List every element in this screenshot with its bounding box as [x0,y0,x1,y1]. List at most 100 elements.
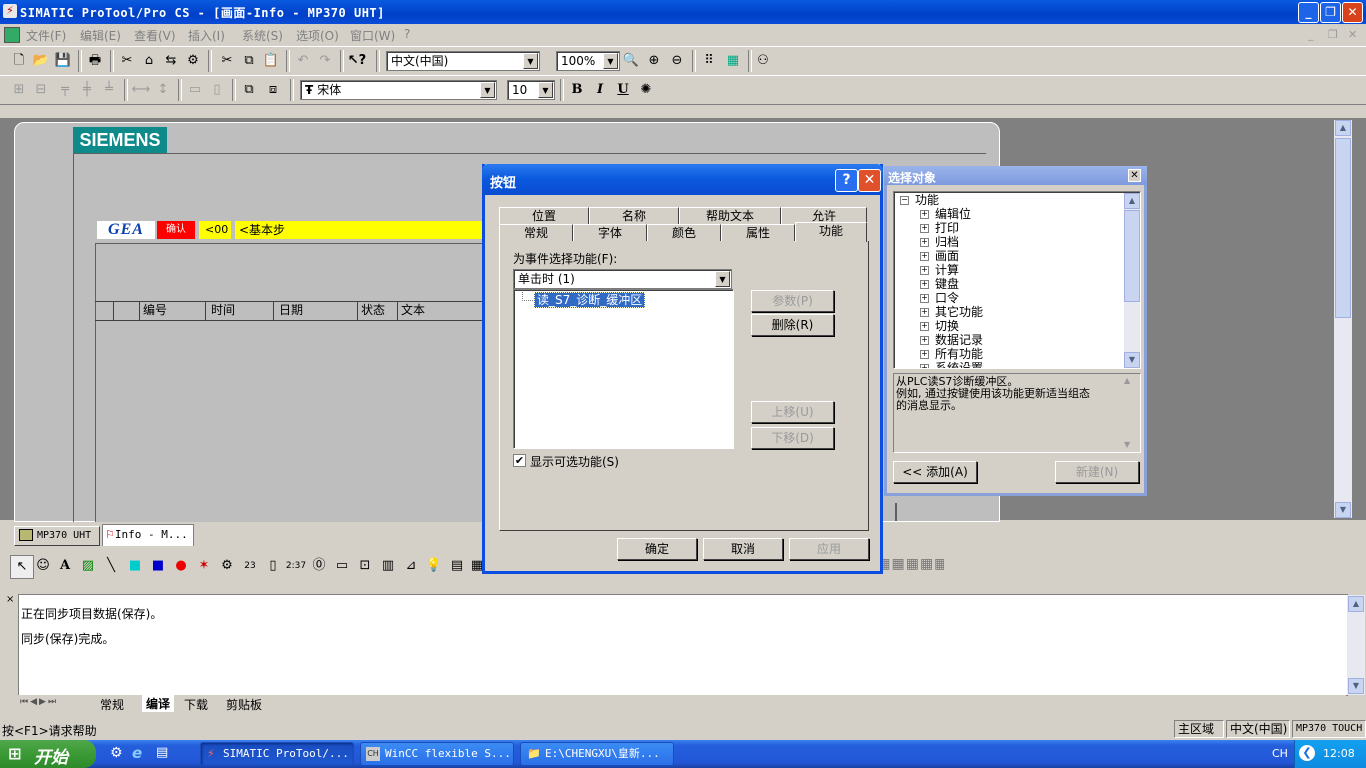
expand-icon[interactable]: + [920,210,929,219]
cancel-button[interactable]: 取消 [703,538,783,560]
paste-icon[interactable]: 📋 [260,50,282,72]
polygon-icon[interactable]: ✶ [193,555,215,577]
align-bottom-icon[interactable]: ╧ [98,79,120,101]
output-tab-general[interactable]: 常规 [100,696,124,713]
tab-properties[interactable]: 属性 [721,224,795,241]
workspace-scrollbar[interactable]: ▲ ▼ [1334,120,1352,518]
mdi-close-icon[interactable]: ✕ [1348,28,1357,41]
output-close-icon[interactable]: × [6,594,14,605]
chevron-down-icon[interactable]: ▼ [538,82,553,98]
space-vertical-icon[interactable]: ↕ [152,79,174,101]
tab-info[interactable]: ⚐Info - M... [102,524,194,546]
font-size-select[interactable]: 10 ▼ [507,80,555,100]
show-optional-label[interactable]: 显示可选功能(S) [530,453,619,470]
expand-icon[interactable]: + [920,280,929,289]
quicklaunch-browser-icon[interactable]: e [132,744,142,762]
scroll-up-icon[interactable]: ▲ [1124,193,1140,209]
flash-icon[interactable]: ✺ [635,79,657,101]
font-select[interactable]: Ŧ 宋体 ▼ [300,80,497,100]
open-icon[interactable]: 📂 [30,50,52,72]
send-back-icon[interactable]: ⧈ [262,79,284,101]
ack-label[interactable]: 确认 [157,221,195,239]
print-icon[interactable]: 🖶 [84,50,106,72]
quicklaunch-ie-icon[interactable]: ⚙ [110,745,123,761]
tree-item[interactable]: + 计算 [920,263,959,277]
expand-icon[interactable]: + [920,238,929,247]
output-tab-compile[interactable]: 编译 [142,695,175,712]
tree-item[interactable]: + 系统设置 [920,361,983,368]
layer-icon[interactable]: ▦ [722,50,744,72]
show-optional-checkbox[interactable]: ✔ [513,454,526,467]
text-icon[interactable]: A [54,555,76,577]
clock[interactable]: 12:08 [1323,747,1355,760]
function-tree[interactable]: − 功能 + 编辑位 + 打印 + 归档 + 画面 + 计算 + 键盘 + 口令 + 其它功能 +… [893,191,1141,369]
select-object-close-icon[interactable]: ✕ [1128,169,1141,182]
tab-function[interactable]: 功能 [795,222,867,242]
chevron-down-icon[interactable]: ▼ [715,271,730,287]
menu-file[interactable]: 文件(F) [26,27,66,44]
chevron-down-icon[interactable]: ▼ [480,82,495,98]
collapse-icon[interactable]: − [900,196,909,205]
switch-icon[interactable]: ⓪ [308,555,330,577]
download-icon[interactable]: ⌂ [138,50,160,72]
mdi-restore-icon[interactable]: ❐ [1328,28,1338,41]
bold-button[interactable]: B [566,79,588,101]
task-explorer[interactable]: 📁 E:\CHENGXU\皇新... [520,742,674,766]
menu-edit[interactable]: 编辑(E) [80,27,121,44]
undo-icon[interactable]: ↶ [292,50,314,72]
underline-button[interactable]: U [612,79,634,101]
restore-button[interactable]: ❐ [1320,2,1341,23]
rounded-rect-icon[interactable]: ■ [147,555,169,577]
chevron-down-icon[interactable]: ▼ [523,53,538,69]
circle-icon[interactable]: ● [170,555,192,577]
function-list[interactable]: 读_S7_诊断_缓冲区 [513,289,734,449]
scroll-up-icon[interactable]: ▲ [1348,596,1364,612]
save-icon[interactable]: 💾 [52,50,74,72]
expand-icon[interactable]: + [920,350,929,359]
add-button[interactable]: << 添加(A) [893,461,977,483]
expand-icon[interactable]: + [920,252,929,261]
status-button-icon[interactable]: ⊡ [354,555,376,577]
symbol-icon[interactable]: ⚙ [216,555,238,577]
compile-icon[interactable]: ✂ [116,50,138,72]
tree-item[interactable]: + 归档 [920,235,959,249]
scroll-thumb[interactable] [1335,138,1351,318]
tree-root[interactable]: − 功能 [900,193,939,207]
language-select[interactable]: 中文(中国) ▼ [386,51,540,71]
line-icon[interactable]: ╲ [100,555,122,577]
close-button[interactable]: ✕ [1342,2,1363,23]
help-button[interactable]: ? [835,169,858,192]
expand-icon[interactable]: + [920,322,929,331]
output-window[interactable]: 正在同步项目数据(保存)。 同步(保存)完成。 ▲ ▼ [18,594,1365,696]
apply-button[interactable]: 应用 [789,538,869,560]
menu-options[interactable]: 选项(O) [296,27,339,44]
output-field-icon[interactable]: ▯ [262,555,284,577]
tab-position[interactable]: 位置 [499,207,589,224]
menu-system[interactable]: 系统(S) [242,27,283,44]
expand-icon[interactable]: + [920,266,929,275]
align-center-icon[interactable]: ⊟ [30,79,52,101]
tree-item[interactable]: + 口令 [920,291,959,305]
chevron-down-icon[interactable]: ▼ [603,53,618,69]
delete-button[interactable]: 删除(R) [751,314,834,336]
output-scrollbar[interactable]: ▲ ▼ [1347,595,1365,695]
tree-item[interactable]: + 其它功能 [920,305,983,319]
tree-item[interactable]: + 切换 [920,319,959,333]
zoom-in-icon[interactable]: ⊕ [643,50,665,72]
bar-icon[interactable]: ▥ [377,555,399,577]
function-item[interactable]: 读_S7_诊断_缓冲区 [534,292,646,308]
context-help-icon[interactable]: ↖? [346,50,368,72]
tree-item[interactable]: + 编辑位 [920,207,971,221]
simulate-icon[interactable]: ⚙ [182,50,204,72]
button-icon[interactable]: ▭ [331,555,353,577]
tab-font[interactable]: 字体 [573,224,647,241]
expand-icon[interactable]: + [920,308,929,317]
same-width-icon[interactable]: ▭ [184,79,206,101]
mdi-minimize-icon[interactable]: _ [1308,28,1314,41]
scroll-down-icon[interactable]: ▼ [1335,502,1351,518]
description-scrollbar[interactable]: ▲ ▼ [1124,375,1140,451]
redo-icon[interactable]: ↷ [314,50,336,72]
grid-icon[interactable]: ⠿ [698,50,720,72]
bring-front-icon[interactable]: ⧉ [238,79,260,101]
output-tab-clipboard[interactable]: 剪贴板 [226,696,262,713]
